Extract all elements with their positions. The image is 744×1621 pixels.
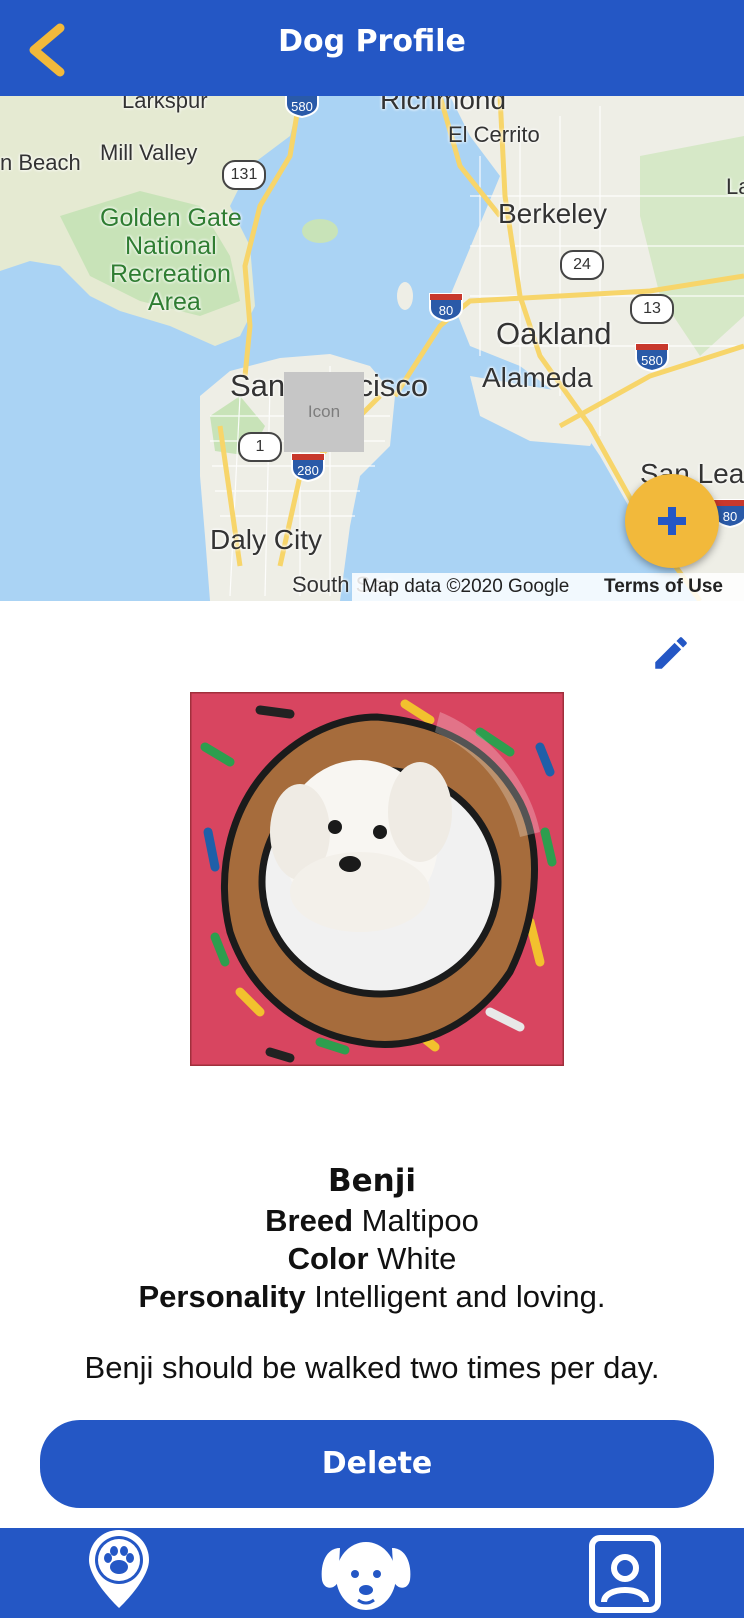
map-label-area: Area [148, 288, 201, 316]
interstate-shield: 280 [290, 452, 326, 483]
map-label-national: National [125, 232, 217, 260]
map-attribution: Map data ©2020 Google [362, 576, 570, 597]
nav-dogs[interactable] [318, 1530, 414, 1621]
map-label-berkeley: Berkeley [498, 198, 607, 229]
svg-text:580: 580 [641, 353, 663, 368]
nav-map[interactable] [86, 1528, 152, 1615]
map-label-oakland: Oakland [496, 316, 612, 351]
interstate-shield: 580 [634, 342, 670, 373]
personality-row: Personality Intelligent and loving. [0, 1279, 744, 1315]
route-shield: 24 [560, 250, 604, 280]
pencil-icon [655, 637, 687, 669]
svg-text:580: 580 [291, 99, 313, 114]
svg-text:280: 280 [297, 463, 319, 478]
color-value: White [377, 1241, 457, 1276]
map-attribution-bar: Map data ©2020 Google Terms of Use [352, 573, 744, 601]
route-shield: 1 [238, 432, 282, 462]
map-label-la: La [726, 174, 744, 199]
dog-face-icon [321, 1542, 411, 1610]
breed-label: Breed [265, 1203, 354, 1238]
map-label-golden-gate: Golden Gate [100, 204, 242, 232]
personality-label: Personality [138, 1279, 306, 1314]
terms-of-use-link[interactable]: Terms of Use [604, 573, 723, 601]
color-row: Color White [0, 1241, 744, 1277]
breed-value: Maltipoo [361, 1203, 479, 1238]
delete-button[interactable]: Delete [40, 1420, 714, 1508]
plus-icon [658, 507, 686, 535]
route-shield: 13 [630, 294, 674, 324]
color-label: Color [287, 1241, 369, 1276]
walk-note: Benji should be walked two times per day… [84, 1350, 660, 1385]
map-label-recreation: Recreation [110, 260, 231, 288]
map-label-daly-city: Daly City [210, 524, 323, 555]
paw-location-icon [89, 1530, 149, 1608]
profile-icon [589, 1535, 661, 1613]
page-title: Dog Profile [278, 24, 466, 59]
map-label-mill-valley: Mill Valley [100, 140, 198, 165]
add-button[interactable] [625, 474, 719, 568]
dog-photo [188, 690, 566, 1068]
svg-text:80: 80 [439, 303, 453, 318]
map-label-beach: n Beach [0, 150, 81, 175]
bottom-nav [0, 1528, 744, 1618]
map-label-richmond: Richmond [380, 96, 507, 115]
map-label-larkspur: Larkspur [122, 96, 208, 113]
interstate-shield: 580 [284, 96, 320, 119]
svg-text:80: 80 [723, 509, 737, 524]
dog-name: Benji [328, 1163, 416, 1199]
personality-value: Intelligent and loving. [314, 1279, 606, 1314]
route-shield: 131 [222, 160, 266, 190]
nav-profile[interactable] [588, 1534, 662, 1619]
map-marker-placeholder[interactable]: Icon [284, 372, 364, 452]
breed-row: Breed Maltipoo [0, 1203, 744, 1239]
app-header: Dog Profile [0, 0, 744, 96]
map-label-alameda: Alameda [482, 362, 593, 393]
edit-button[interactable] [650, 632, 692, 674]
map-label-el-cerrito: El Cerrito [448, 122, 540, 147]
interstate-shield: 80 [428, 292, 464, 323]
